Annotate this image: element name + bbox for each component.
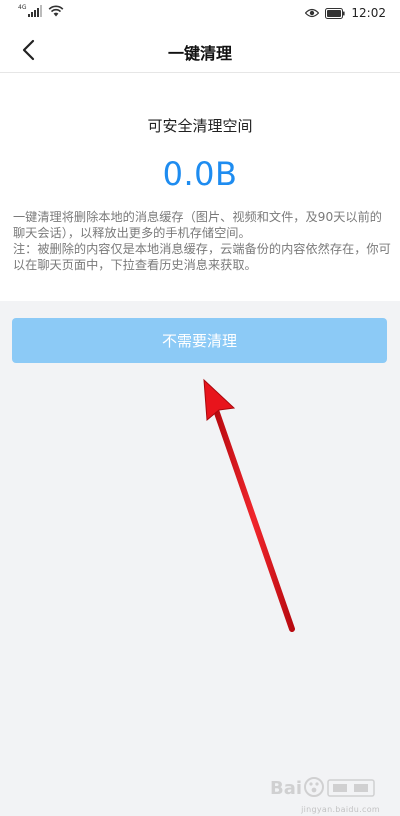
cleanup-description: 一键清理将删除本地的消息缓存（图片、视频和文件，及90天以前的聊天会话），以释放… bbox=[13, 209, 391, 273]
status-left: 4G bbox=[18, 5, 64, 17]
nav-bar: 一键清理 bbox=[0, 28, 400, 73]
page-title: 一键清理 bbox=[167, 44, 232, 63]
description-note: 注：被删除的内容仅是本地消息缓存，云端备份的内容依然存在，你可以在聊天页面中，下… bbox=[13, 242, 391, 272]
signal-icon bbox=[28, 5, 43, 17]
eye-icon bbox=[305, 8, 320, 18]
wifi-icon bbox=[49, 5, 64, 17]
cleanable-space-size: 0.0B bbox=[162, 155, 238, 193]
battery-icon bbox=[325, 7, 346, 19]
cleanable-space-label: 可安全清理空间 bbox=[147, 117, 253, 135]
cleanup-info-card: 可安全清理空间 0.0B 一键清理将删除本地的消息缓存（图片、视频和文件，及90… bbox=[0, 73, 400, 301]
svg-text:Bai: Bai bbox=[270, 778, 302, 799]
description-main: 一键清理将删除本地的消息缓存（图片、视频和文件，及90天以前的聊天会话），以释放… bbox=[13, 210, 382, 240]
no-cleanup-needed-button[interactable]: 不需要清理 bbox=[12, 318, 387, 363]
watermark-site: jingyan.baidu.com bbox=[301, 805, 380, 814]
status-right: 12:02 bbox=[305, 6, 386, 20]
status-bar: 4G 12:02 bbox=[0, 0, 400, 28]
network-type-label: 4G bbox=[18, 4, 27, 11]
status-time: 12:02 bbox=[351, 6, 386, 20]
watermark: Bai jingyan.baidu.com bbox=[270, 774, 380, 814]
baidu-jingyan-logo-icon: Bai bbox=[270, 777, 375, 799]
